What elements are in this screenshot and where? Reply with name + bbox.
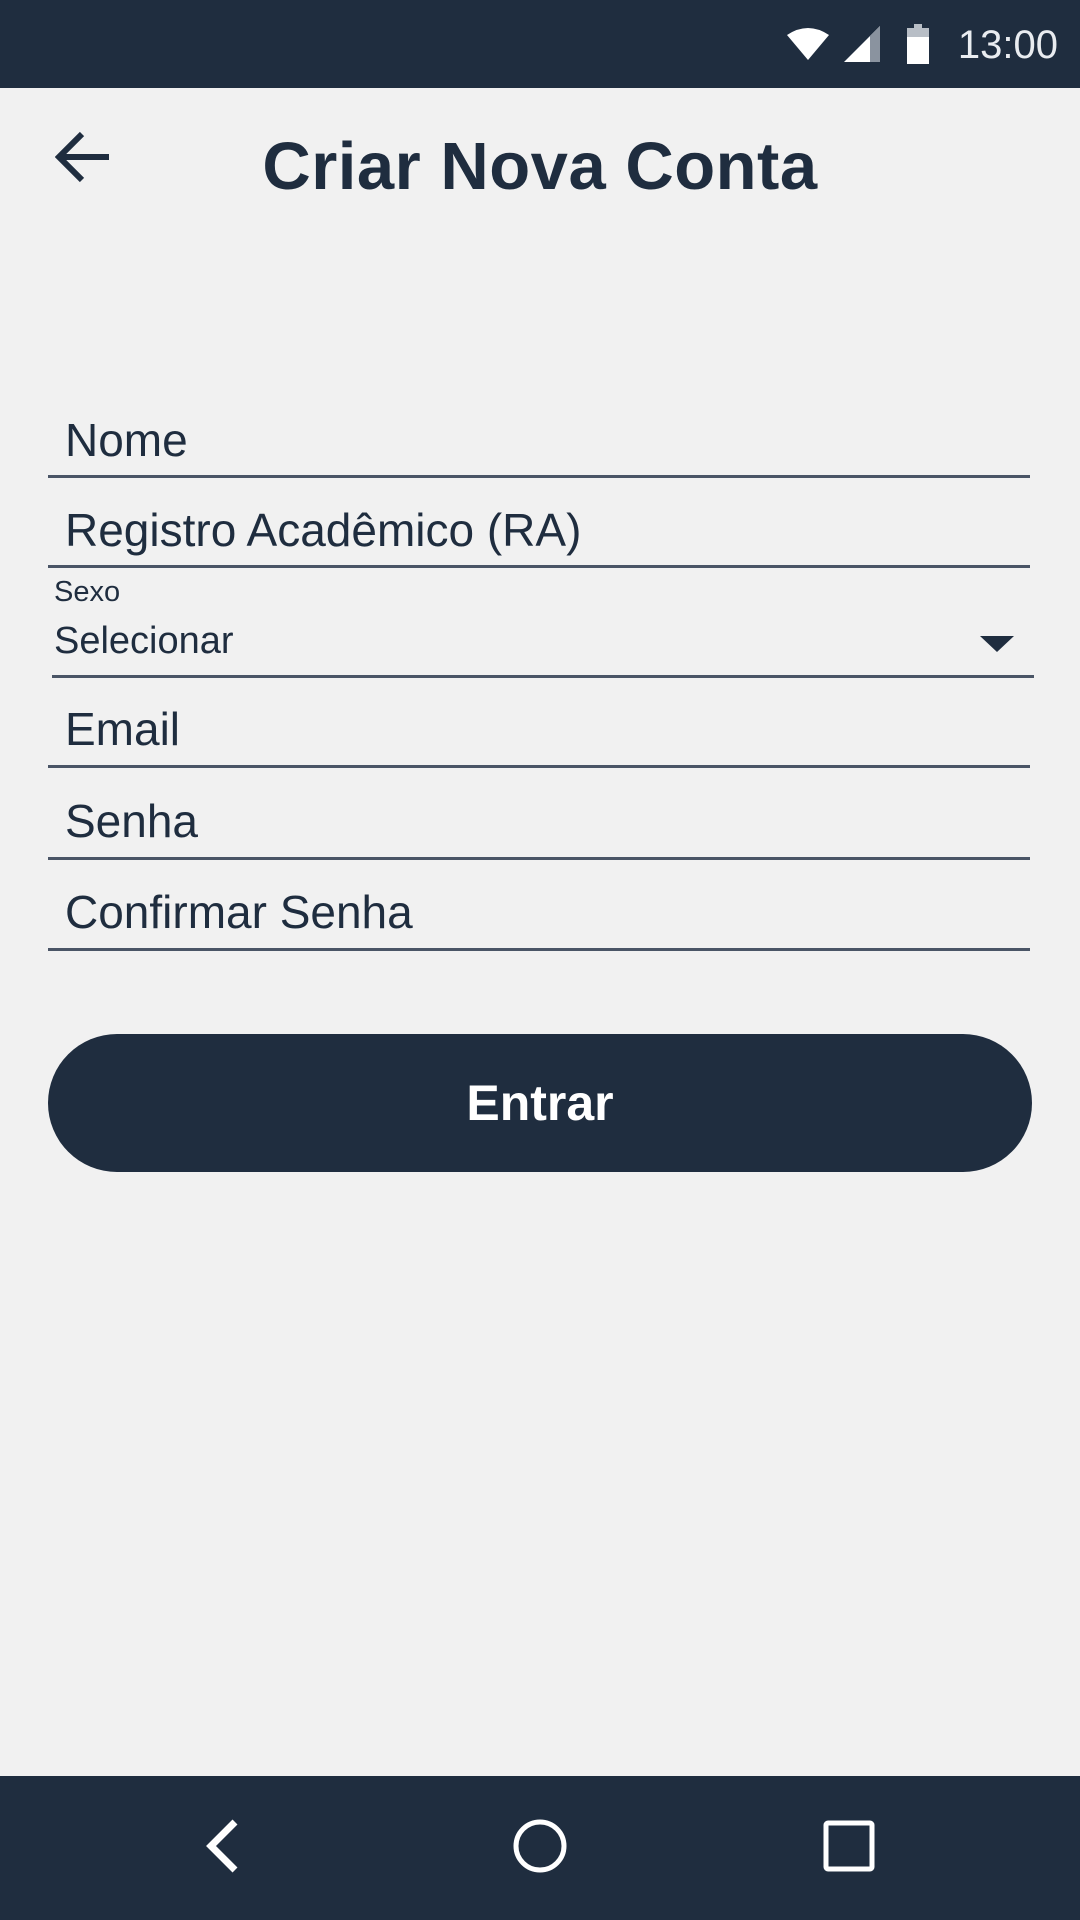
nome-input[interactable] bbox=[48, 404, 1030, 475]
confirmar-senha-input[interactable] bbox=[48, 876, 1030, 948]
email-input[interactable] bbox=[48, 692, 1030, 765]
nav-home-icon bbox=[512, 1818, 568, 1879]
entrar-button[interactable]: Entrar bbox=[48, 1034, 1032, 1172]
system-nav-bar bbox=[0, 1776, 1080, 1920]
page-title: Criar Nova Conta bbox=[262, 129, 818, 204]
confirmar-senha-field[interactable] bbox=[48, 876, 1030, 951]
signal-icon bbox=[842, 0, 882, 88]
battery-icon bbox=[906, 0, 930, 88]
app-bar: Criar Nova Conta bbox=[0, 88, 1080, 236]
senha-input[interactable] bbox=[48, 785, 1030, 857]
nav-recents-button[interactable] bbox=[789, 1776, 909, 1920]
senha-field[interactable] bbox=[48, 785, 1030, 860]
sexo-label: Sexo bbox=[54, 576, 121, 608]
wifi-icon bbox=[784, 0, 832, 88]
nome-field[interactable] bbox=[48, 404, 1030, 478]
ra-field[interactable] bbox=[48, 494, 1030, 568]
nav-home-button[interactable] bbox=[480, 1776, 600, 1920]
status-time: 13:00 bbox=[957, 23, 1058, 67]
nav-back-icon bbox=[201, 1818, 241, 1879]
sexo-selected-value: Selecionar bbox=[54, 620, 234, 662]
nav-recents-icon bbox=[823, 1820, 875, 1877]
ra-input[interactable] bbox=[48, 494, 1030, 565]
email-field[interactable] bbox=[48, 692, 1030, 768]
nav-back-button[interactable] bbox=[161, 1776, 281, 1920]
dropdown-triangle-icon bbox=[980, 634, 1014, 654]
sexo-select-group: Sexo Selecionar bbox=[52, 576, 1034, 680]
status-bar: 13:00 bbox=[0, 0, 1080, 88]
sexo-dropdown[interactable]: Selecionar bbox=[52, 618, 1034, 678]
